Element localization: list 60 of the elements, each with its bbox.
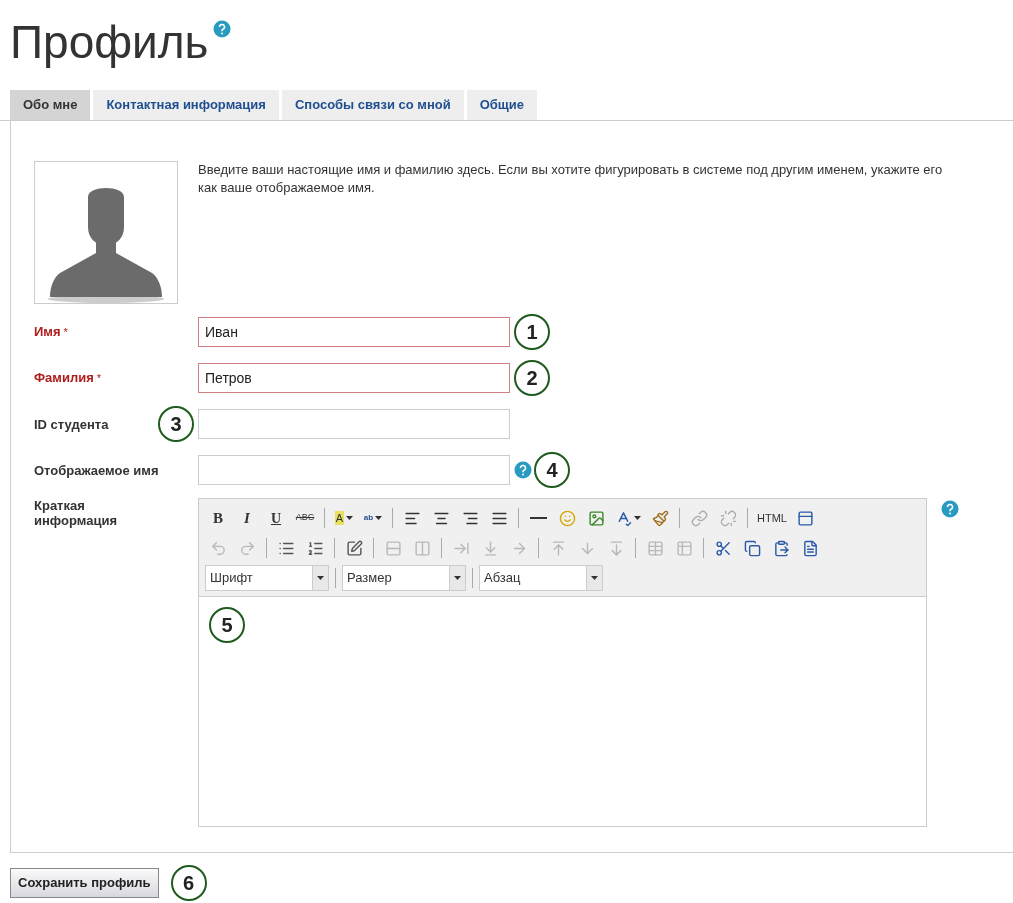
tab[interactable]: Обо мне	[10, 90, 91, 120]
toolbar-button[interactable]: ab	[360, 506, 386, 530]
redo-icon	[238, 539, 256, 557]
required-mark: *	[96, 370, 102, 386]
brush-icon	[651, 509, 669, 527]
text-field[interactable]	[198, 409, 510, 439]
help-icon[interactable]	[941, 500, 959, 518]
help-icon[interactable]	[514, 461, 532, 479]
toolbar-button[interactable]: A	[331, 506, 357, 530]
paste-icon	[772, 539, 790, 557]
tab[interactable]: Общие	[466, 90, 538, 120]
window-icon	[797, 509, 815, 527]
format-dropdown[interactable]: Шрифт	[205, 565, 329, 591]
format-dropdown[interactable]: Абзац	[479, 565, 603, 591]
callout-number: 5	[209, 607, 245, 643]
unlink-icon	[719, 509, 737, 527]
toolbar-button[interactable]: I	[234, 506, 260, 530]
copy-icon	[743, 539, 761, 557]
caret-icon	[454, 576, 461, 580]
columns-icon	[413, 539, 431, 557]
edit-table-icon	[345, 539, 363, 557]
save-profile-button[interactable]: Сохранить профиль	[10, 868, 159, 898]
smiley-icon	[558, 509, 576, 527]
horizontal-rule-icon	[529, 517, 547, 519]
page-title: Профиль	[10, 15, 209, 70]
field-label: Фамилия	[34, 369, 94, 385]
format-dropdown[interactable]: Размер	[342, 565, 466, 591]
callout-number: 2	[514, 360, 550, 396]
tab[interactable]: Способы связи со мной	[281, 90, 464, 120]
text-field[interactable]	[198, 455, 510, 485]
table-icon	[646, 539, 664, 557]
toolbar-button[interactable]: B	[205, 506, 231, 530]
callout-number: 3	[158, 406, 194, 442]
tab[interactable]: Контактная информация	[93, 90, 279, 120]
table-icon	[675, 539, 693, 557]
link-icon	[690, 509, 708, 527]
field-label: ID студента	[34, 416, 109, 432]
toolbar-button[interactable]: ABC	[292, 506, 318, 530]
field-label: Имя	[34, 323, 61, 339]
text-field[interactable]: Иван	[198, 317, 510, 347]
scissors-icon	[714, 539, 732, 557]
toolbar-button[interactable]: U	[263, 506, 289, 530]
image-icon	[587, 509, 605, 527]
intro-text: Введите ваши настоящие имя и фамилию здесь. Если вы хотите фигурировать в системе под другим именем, укажите его как ваше отображаемое имя.	[198, 161, 944, 197]
required-mark: *	[63, 324, 68, 340]
toolbar-button[interactable]: HTML	[754, 506, 790, 530]
editor-text-area[interactable]: 5	[199, 596, 926, 826]
field-label: Краткая информация	[34, 498, 118, 528]
undo-icon	[209, 539, 227, 557]
numbered-list-icon	[306, 539, 324, 557]
caret-icon	[591, 576, 598, 580]
document-icon	[801, 539, 819, 557]
callout-number: 6	[170, 865, 207, 901]
caret-icon	[317, 576, 324, 580]
field-label: Отображаемое имя	[34, 462, 159, 478]
callout-number: 1	[514, 314, 550, 350]
help-icon[interactable]	[212, 20, 231, 38]
text-field[interactable]: Петров	[198, 363, 510, 393]
rows-icon	[384, 539, 402, 557]
callout-number: 4	[534, 452, 570, 488]
